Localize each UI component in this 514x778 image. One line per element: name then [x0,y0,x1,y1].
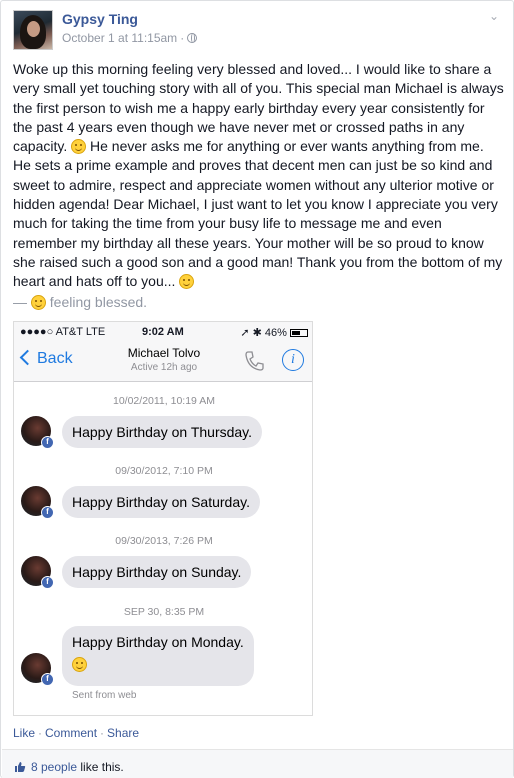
facebook-badge-icon: f [41,673,54,686]
contact-header: Michael Tolvo Active 12h ago [104,346,224,373]
sender-avatar: f [21,653,54,686]
message-timestamp: 09/30/2012, 7:10 PM [115,465,213,477]
sent-from-label: Sent from web [72,690,137,701]
share-link[interactable]: Share [107,726,139,740]
back-chevron-icon [19,349,36,366]
carrier-label: ●●●●○ AT&T LTE [20,326,106,338]
post-actions: Like · Comment · Share [13,726,139,740]
sender-avatar: f [21,556,54,589]
facebook-badge-icon: f [41,506,54,519]
message-bubble: Happy Birthday on Monday. [62,626,254,686]
globe-icon[interactable] [187,33,198,43]
post-meta: October 1 at 11:15am · [62,31,198,45]
likes-suffix: like this. [80,760,124,774]
blessed-emoji-icon [30,295,46,310]
back-button: Back [19,349,73,368]
message-bubble: Happy Birthday on Thursday. [62,416,263,448]
message-timestamp: SEP 30, 8:35 PM [123,606,205,618]
like-link[interactable]: Like [13,726,35,740]
battery-status: ➚ ✱ 46% [240,326,308,339]
smile-emoji-icon [71,139,87,155]
thumbs-up-icon [15,762,26,772]
smile-emoji-icon [179,274,195,290]
contact-active-status: Active 12h ago [130,362,198,373]
author-name[interactable]: Gypsy Ting [62,11,138,27]
messenger-nav-bar: Back Michael Tolvo Active 12h ago i [14,342,312,382]
action-separator: · [38,726,43,740]
phone-icon [245,351,264,371]
feeling-text[interactable]: feeling blessed. [50,294,147,310]
ios-status-bar: ●●●●○ AT&T LTE 9:02 AM ➚ ✱ 46% [14,322,312,342]
likes-summary: 8 people like this. [14,760,124,774]
feeling-activity: — feeling blessed. [13,294,147,310]
facebook-badge-icon: f [41,436,54,449]
likes-count-link[interactable]: 8 people [31,760,77,774]
feeling-dash: — [13,294,27,310]
comment-link[interactable]: Comment [45,726,97,740]
message-bubble: Happy Birthday on Sunday. [62,556,252,588]
facebook-badge-icon: f [41,576,54,589]
meta-dot: · [180,31,185,45]
attached-photo[interactable]: ●●●●○ AT&T LTE 9:02 AM ➚ ✱ 46% Back Mich… [13,321,313,716]
contact-name: Michael Tolvo [127,346,201,360]
battery-icon [290,329,308,337]
battery-percent: 46% [264,327,287,339]
back-label: Back [37,350,73,367]
smile-emoji-icon [72,657,87,672]
facebook-post: Gypsy Ting October 1 at 11:15am · ⌄ Woke … [0,0,514,778]
message-bubble: Happy Birthday on Saturday. [62,486,260,518]
post-text: Woke up this morning feeling very blesse… [13,60,505,292]
avatar-face [27,21,40,37]
status-time: 9:02 AM [142,326,184,338]
likes-summary-bar: 8 people like this. [2,749,513,778]
message-timestamp: 09/30/2013, 7:26 PM [115,535,213,547]
post-timestamp[interactable]: October 1 at 11:15am [62,31,177,45]
message-thread: 10/02/2011, 10:19 AM f Happy Birthday on… [14,383,312,715]
sender-avatar: f [21,416,54,449]
post-body-2: He never asks me for anything or ever wa… [13,138,503,290]
message-text: Happy Birthday on Monday. [72,634,244,650]
action-separator: · [100,726,105,740]
chevron-down-icon[interactable]: ⌄ [487,10,501,22]
author-avatar[interactable] [13,10,53,50]
info-icon: i [282,349,304,371]
sender-avatar: f [21,486,54,519]
message-timestamp: 10/02/2011, 10:19 AM [113,395,215,407]
